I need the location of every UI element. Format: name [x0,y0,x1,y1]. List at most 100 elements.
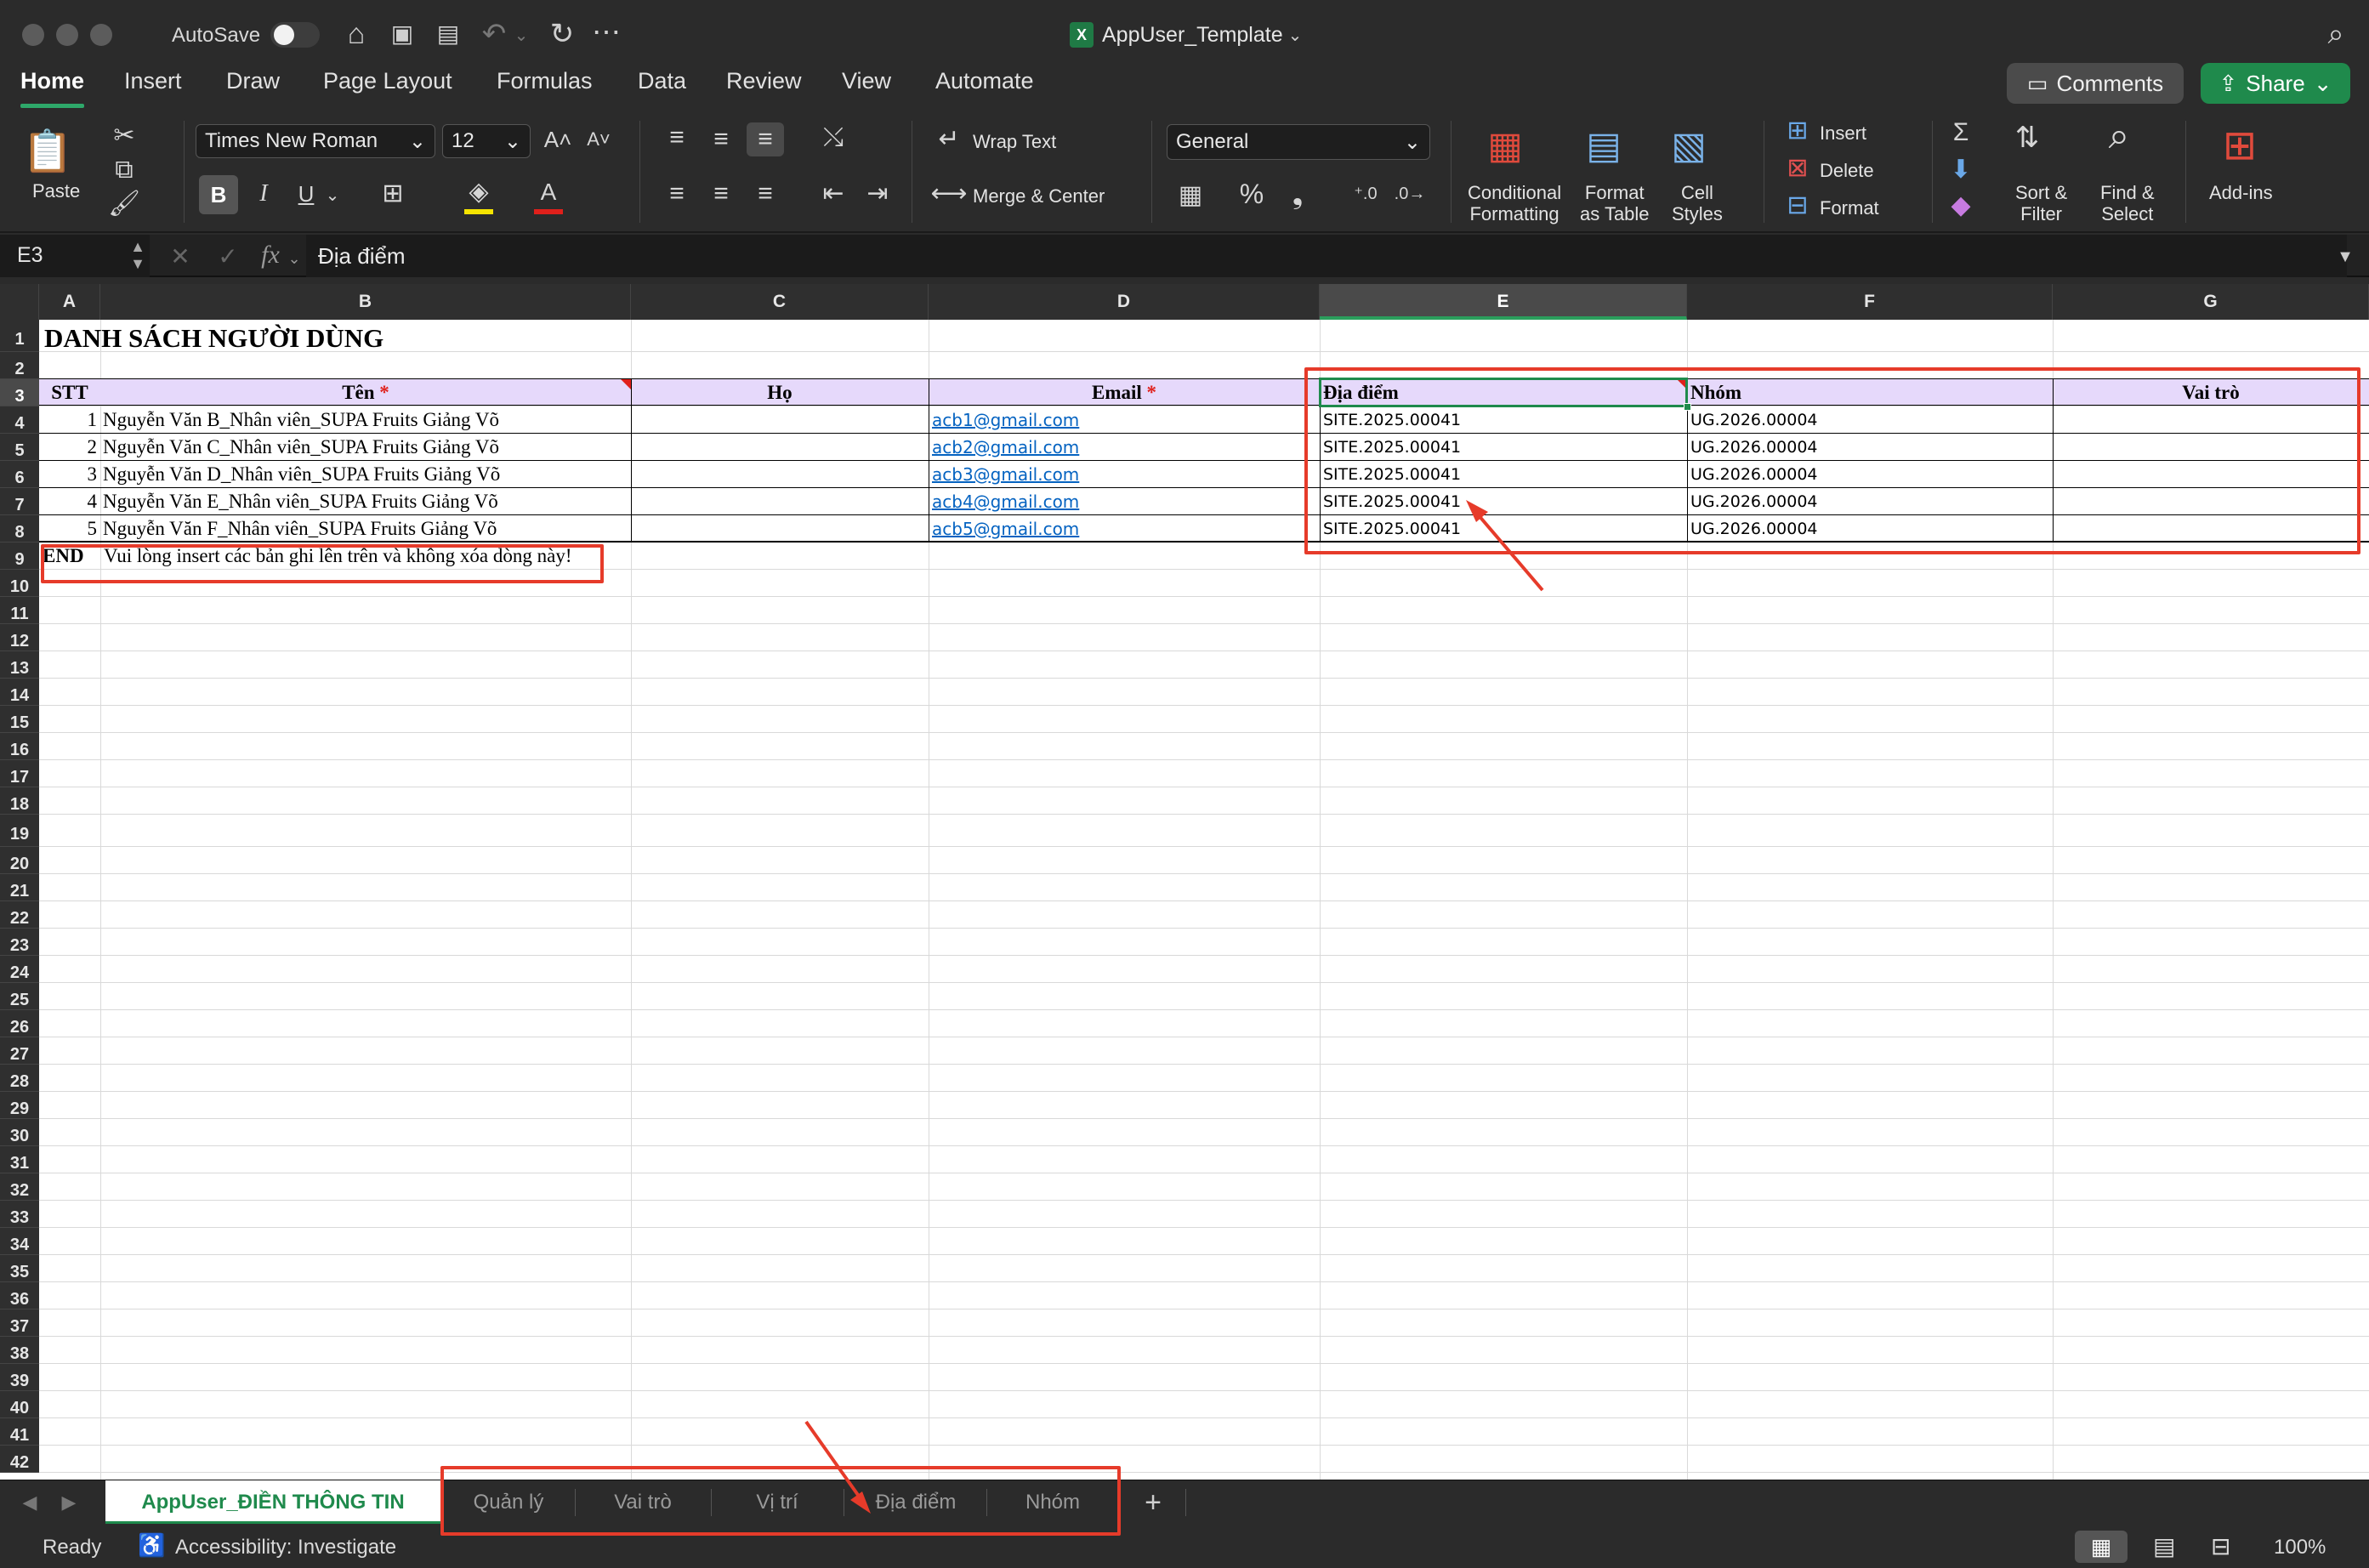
find-select-button[interactable]: Find & Select [2100,182,2155,224]
cancel-icon[interactable]: ✕ [163,240,197,274]
format-as-table-button[interactable]: Format as Table [1580,182,1650,224]
tab-view[interactable]: View [842,68,891,94]
insert-cells-icon[interactable]: ⊞ [1779,114,1816,148]
fill-color-icon[interactable]: ◈ [464,175,493,214]
merge-center-button[interactable]: Merge & Center [973,185,1105,207]
paste-icon[interactable]: 📋 [22,122,73,182]
number-format-select[interactable]: General ⌄ [1167,124,1430,160]
tab-review[interactable]: Review [726,68,802,94]
row-header-31[interactable]: 31 [0,1146,39,1173]
home-icon[interactable]: ⌂ [338,17,374,51]
merge-center-icon[interactable]: ⟷ [930,177,968,211]
increase-indent-icon[interactable]: ⇥ [859,177,896,211]
row-header-25[interactable]: 25 [0,983,39,1010]
cell-styles-button[interactable]: Cell Styles [1672,182,1723,224]
close-window-button[interactable] [22,24,44,46]
align-right-icon[interactable]: ≡ [747,177,784,211]
column-header-g[interactable]: G [2053,284,2369,320]
row-header-22[interactable]: 22 [0,901,39,929]
comma-style-icon[interactable]: ❟ [1279,177,1316,211]
undo-dropdown-icon[interactable]: ⌄ [510,19,532,53]
row-header-9[interactable]: 9 [0,543,39,570]
row-header-36[interactable]: 36 [0,1282,39,1310]
search-icon[interactable]: ⌕ [2318,17,2354,51]
sort-filter-icon[interactable]: ⇅ [2008,121,2046,155]
save-as-icon[interactable]: ▤ [430,17,466,51]
normal-view-icon[interactable]: ▦ [2075,1531,2128,1563]
accessibility-status[interactable]: Accessibility: Investigate [175,1536,396,1559]
align-middle-icon[interactable]: ≡ [702,122,740,156]
title-dropdown-icon[interactable]: ⌄ [1284,19,1306,53]
bold-button[interactable]: B [199,175,238,214]
undo-icon[interactable]: ↶ [476,17,512,51]
tab-page-layout[interactable]: Page Layout [323,68,452,94]
enter-icon[interactable]: ✓ [211,240,245,274]
fill-icon[interactable]: ⬇ [1942,153,1980,187]
percent-icon[interactable]: % [1233,177,1270,211]
align-bottom-icon[interactable]: ≡ [747,122,784,156]
row-header-18[interactable]: 18 [0,787,39,815]
font-size-select[interactable]: 12 ⌄ [442,124,531,158]
chevron-down-icon[interactable]: ⌄ [286,241,303,276]
row-header-39[interactable]: 39 [0,1364,39,1391]
format-as-table-icon[interactable]: ▤ [1578,122,1629,170]
row-header-10[interactable]: 10 [0,570,39,597]
row-header-32[interactable]: 32 [0,1173,39,1201]
sort-filter-button[interactable]: Sort & Filter [2015,182,2067,224]
row-header-7[interactable]: 7 [0,488,39,515]
tab-formulas[interactable]: Formulas [497,68,593,94]
autosum-icon[interactable]: Σ [1942,116,1980,150]
page-layout-view-icon[interactable]: ▤ [2153,1532,2175,1560]
align-left-icon[interactable]: ≡ [658,177,696,211]
decrease-indent-icon[interactable]: ⇤ [815,177,852,211]
conditional-formatting-button[interactable]: Conditional Formatting [1468,182,1561,224]
row-header-3[interactable]: 3 [0,379,39,406]
minimize-window-button[interactable] [56,24,78,46]
row-header-27[interactable]: 27 [0,1037,39,1065]
row-header-30[interactable]: 30 [0,1119,39,1146]
column-header-d[interactable]: D [929,284,1320,320]
increase-font-icon[interactable]: A˄ [539,122,577,156]
add-ins-button[interactable]: Add-ins [2209,182,2273,203]
italic-button[interactable]: I [245,177,282,211]
column-header-b[interactable]: B [100,284,631,320]
row-header-1[interactable]: 1 [0,320,39,352]
cell-styles-icon[interactable]: ▧ [1663,122,1714,170]
format-painter-icon[interactable]: 🖌 [105,187,143,221]
wrap-text-icon[interactable]: ↵ [930,122,968,156]
format-cells-icon[interactable]: ⊟ [1779,189,1816,223]
column-header-a[interactable]: A [39,284,100,320]
column-header-e[interactable]: E [1320,284,1687,320]
paste-label[interactable]: Paste [32,180,80,202]
row-header-11[interactable]: 11 [0,597,39,624]
align-top-icon[interactable]: ≡ [658,121,696,155]
more-icon[interactable]: ⋯ [588,15,624,49]
delete-cells-button[interactable]: Delete [1820,160,1874,181]
format-cells-button[interactable]: Format [1820,197,1879,219]
copy-icon[interactable]: ⧉ [105,153,143,187]
row-header-20[interactable]: 20 [0,847,39,874]
accessibility-icon[interactable]: ♿ [138,1532,165,1559]
sheet-title[interactable]: DANH SÁCH NGƯỜI DÙNG [44,323,383,354]
row-header-8[interactable]: 8 [0,515,39,543]
row-header-6[interactable]: 6 [0,461,39,488]
redo-icon[interactable]: ↻ [544,17,580,51]
comments-button[interactable]: ▭ Comments [2007,63,2184,104]
orientation-icon[interactable]: ⤯ [815,121,852,155]
row-header-13[interactable]: 13 [0,651,39,679]
row-header-14[interactable]: 14 [0,679,39,706]
row-header-40[interactable]: 40 [0,1391,39,1418]
fx-icon[interactable]: fx [253,238,287,272]
conditional-formatting-icon[interactable]: ▦ [1480,122,1531,170]
row-header-29[interactable]: 29 [0,1092,39,1119]
accounting-format-icon[interactable]: ▦ [1172,179,1209,213]
add-sheet-button[interactable]: + [1128,1480,1179,1525]
tab-draw[interactable]: Draw [226,68,280,94]
wrap-text-button[interactable]: Wrap Text [973,131,1056,152]
share-button[interactable]: ⇪ Share ⌄ [2201,63,2350,104]
row-header-17[interactable]: 17 [0,760,39,787]
row-header-42[interactable]: 42 [0,1446,39,1473]
row-header-5[interactable]: 5 [0,434,39,461]
clear-icon[interactable]: ◆ [1942,189,1980,223]
autosave-toggle[interactable] [270,22,320,48]
